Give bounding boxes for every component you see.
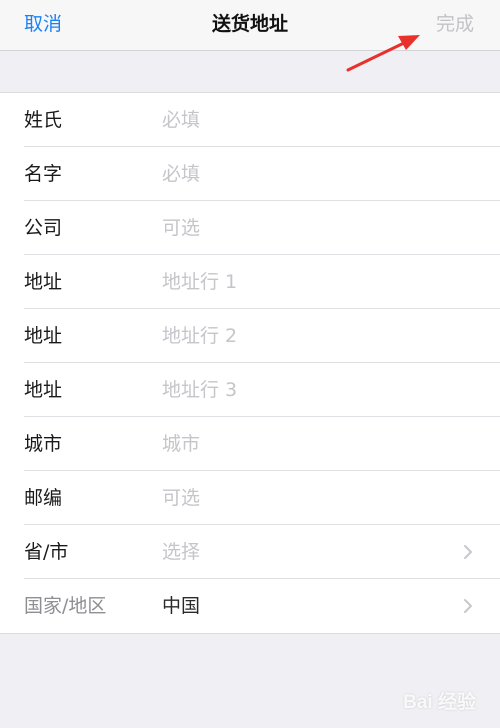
address-form: 姓氏 必填 名字 必填 公司 可选 地址 地址行 1 地址 地址行 2 地址 地… xyxy=(0,92,500,634)
field-label: 邮编 xyxy=(24,487,63,509)
address-line-3-field[interactable]: 地址 地址行 3 xyxy=(0,363,500,417)
watermark-logo: Bai 经验 xyxy=(403,692,476,713)
field-placeholder: 必填 xyxy=(162,163,201,185)
country-selector[interactable]: 国家/地区 中国 xyxy=(0,579,500,633)
field-placeholder: 选择 xyxy=(162,541,201,563)
field-placeholder: 必填 xyxy=(162,109,201,131)
field-label: 地址 xyxy=(24,325,63,347)
field-placeholder: 城市 xyxy=(162,433,201,455)
address-line-1-field[interactable]: 地址 地址行 1 xyxy=(0,255,500,309)
done-button[interactable]: 完成 xyxy=(436,0,474,50)
field-label: 城市 xyxy=(24,433,63,455)
company-field[interactable]: 公司 可选 xyxy=(0,201,500,255)
field-label: 名字 xyxy=(24,163,63,185)
field-placeholder: 地址行 2 xyxy=(162,325,238,347)
annotation-arrow-icon xyxy=(346,35,420,72)
field-label: 公司 xyxy=(24,217,63,239)
field-label: 地址 xyxy=(24,379,63,401)
first-name-field[interactable]: 名字 必填 xyxy=(0,147,500,201)
field-label: 省/市 xyxy=(24,541,69,563)
postal-code-field[interactable]: 邮编 可选 xyxy=(0,471,500,525)
city-field[interactable]: 城市 城市 xyxy=(0,417,500,471)
chevron-right-icon xyxy=(464,545,472,559)
last-name-field[interactable]: 姓氏 必填 xyxy=(0,93,500,147)
field-placeholder: 可选 xyxy=(162,487,201,509)
field-label: 姓氏 xyxy=(24,109,63,131)
field-label: 国家/地区 xyxy=(24,595,107,617)
province-selector[interactable]: 省/市 选择 xyxy=(0,525,500,579)
field-label: 地址 xyxy=(24,271,63,293)
field-placeholder: 地址行 1 xyxy=(162,271,238,293)
address-line-2-field[interactable]: 地址 地址行 2 xyxy=(0,309,500,363)
field-placeholder: 可选 xyxy=(162,217,201,239)
field-placeholder: 地址行 3 xyxy=(162,379,238,401)
field-value: 中国 xyxy=(162,595,201,617)
chevron-right-icon xyxy=(464,599,472,613)
